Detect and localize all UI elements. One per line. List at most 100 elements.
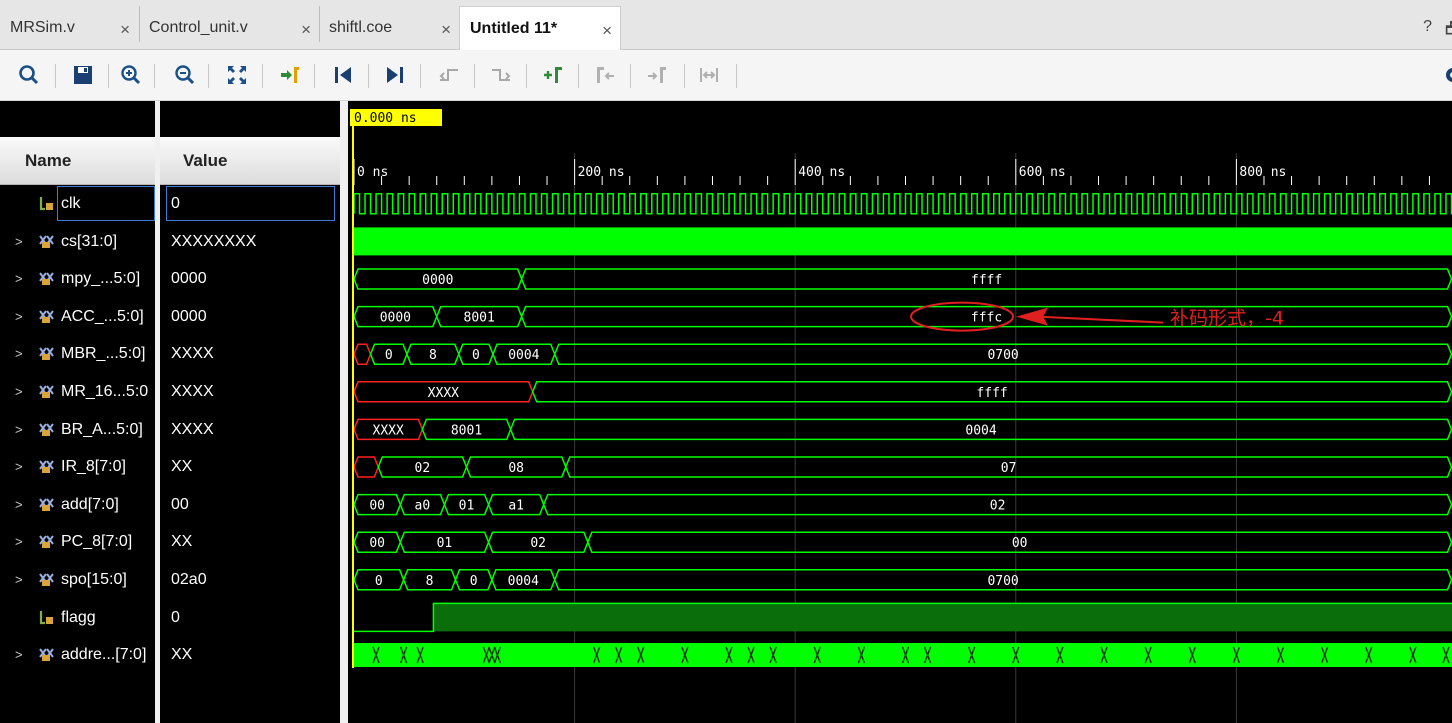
signal-value: XXXX: [171, 382, 214, 400]
waveform-canvas[interactable]: 0 ns 200 ns 400 ns 600 ns 800 ns0000 ffff0000…: [348, 101, 1452, 723]
tab-mrsim[interactable]: MRSim.v ×: [0, 6, 138, 50]
ir-bus-segment: [353, 456, 380, 478]
settings-icon[interactable]: [1440, 62, 1452, 88]
close-icon[interactable]: ×: [602, 21, 612, 41]
add-marker-icon[interactable]: [540, 62, 566, 88]
tab-shiftl-coe[interactable]: shiftl.coe ×: [319, 6, 459, 50]
expand-chevron-icon[interactable]: >: [15, 384, 23, 399]
clk-waveform: [353, 193, 1452, 215]
waveform-view[interactable]: 0 ns 200 ns 400 ns 600 ns 800 ns 0000 ffff 0000…: [348, 101, 1452, 723]
help-icon[interactable]: ?: [1423, 18, 1432, 36]
bus-value-label: fffc: [971, 311, 1002, 326]
close-icon[interactable]: ×: [441, 20, 451, 40]
bus-value-label: ffff: [971, 273, 1002, 288]
signal-row[interactable]: > MR_16...5:0: [0, 373, 155, 410]
search-icon[interactable]: [16, 62, 42, 88]
expand-chevron-icon[interactable]: >: [15, 234, 23, 249]
bus-value-label: 0000: [380, 311, 411, 326]
toolbar-separator: [526, 64, 527, 88]
expand-chevron-icon[interactable]: >: [15, 271, 23, 286]
bus-value-label: 0: [472, 348, 480, 363]
tab-label: Control_unit.v: [149, 19, 248, 36]
signal-row[interactable]: > cs[31:0]: [0, 223, 155, 260]
bus-signal-icon: [39, 385, 54, 398]
bus-value-label: 0004: [508, 348, 539, 363]
signal-value: XX: [171, 645, 193, 663]
signal-name: PC_8[7:0]: [61, 532, 133, 550]
expand-chevron-icon[interactable]: >: [15, 497, 23, 512]
addre-waveform: [354, 643, 1452, 667]
bus-signal-icon: [39, 235, 54, 248]
bus-value-label: 00: [1012, 536, 1028, 551]
previous-transition-icon[interactable]: [436, 62, 462, 88]
signal-value: 00: [171, 495, 189, 513]
name-header-label: Name: [25, 150, 72, 170]
bus-signal-icon: [39, 648, 54, 661]
signal-value: 0000: [171, 269, 207, 287]
zoom-in-icon[interactable]: [118, 62, 144, 88]
zoom-fit-icon[interactable]: [224, 62, 250, 88]
signal-value: XXXX: [171, 420, 214, 438]
toolbar-separator: [262, 64, 263, 88]
expand-chevron-icon[interactable]: >: [15, 309, 23, 324]
signal-row[interactable]: > addre...[7:0]: [0, 636, 155, 673]
zoom-out-icon[interactable]: [172, 62, 198, 88]
close-icon[interactable]: ×: [301, 20, 311, 40]
time-axis-label: 600 ns: [1019, 165, 1066, 180]
signal-row[interactable]: > add[7:0]: [0, 486, 155, 523]
bus-value-label: XXXX: [373, 423, 404, 438]
pane-splitter[interactable]: [340, 101, 348, 723]
expand-chevron-icon[interactable]: >: [15, 346, 23, 361]
signal-row[interactable]: > MBR_...5:0]: [0, 335, 155, 372]
bus-value-label: 0: [470, 574, 478, 589]
restore-window-icon[interactable]: 🗗: [1445, 18, 1452, 45]
bus-value-label: 01: [437, 536, 453, 551]
bus-signal-icon: [39, 573, 54, 586]
toolbar-separator: [154, 64, 155, 88]
bus-value-label: 0700: [987, 574, 1018, 589]
expand-chevron-icon[interactable]: >: [15, 534, 23, 549]
signal-row[interactable]: flagg: [0, 599, 155, 636]
save-icon[interactable]: [70, 62, 96, 88]
go-to-time-zero-icon[interactable]: [330, 62, 356, 88]
previous-marker-icon[interactable]: [592, 62, 618, 88]
bus-signal-icon: [39, 423, 54, 436]
bus-value-label: 02: [415, 461, 431, 476]
name-column-header[interactable]: Name: [0, 137, 155, 185]
selection-outline: [166, 186, 335, 221]
close-icon[interactable]: ×: [120, 20, 130, 40]
bus-value-label: 8: [426, 574, 434, 589]
value-column-header[interactable]: Value: [160, 137, 340, 185]
signal-row[interactable]: > ACC_...5:0]: [0, 298, 155, 335]
toolbar-separator: [420, 64, 421, 88]
toolbar-separator: [314, 64, 315, 88]
signal-row[interactable]: > spo[15:0]: [0, 561, 155, 598]
expand-chevron-icon[interactable]: >: [15, 647, 23, 662]
expand-chevron-icon[interactable]: >: [15, 459, 23, 474]
signal-name: addre...[7:0]: [61, 645, 147, 663]
time-axis-label: 400 ns: [798, 165, 845, 180]
toolbar-separator: [736, 64, 737, 88]
next-marker-icon[interactable]: [644, 62, 670, 88]
toolbar-separator: [55, 64, 56, 88]
signal-row[interactable]: > IR_8[7:0]: [0, 448, 155, 485]
mbr-bus-segment: [353, 343, 372, 365]
tab-control-unit[interactable]: Control_unit.v ×: [139, 6, 319, 50]
bus-signal-icon: [39, 272, 54, 285]
expand-chevron-icon[interactable]: >: [15, 572, 23, 587]
signal-value: 0000: [171, 307, 207, 325]
signal-row[interactable]: > PC_8[7:0]: [0, 523, 155, 560]
toolbar-separator: [684, 64, 685, 88]
swap-cursors-icon[interactable]: [696, 62, 722, 88]
go-to-cursor-icon[interactable]: [276, 62, 302, 88]
tab-untitled-11[interactable]: Untitled 11* ×: [459, 6, 621, 50]
expand-chevron-icon[interactable]: >: [15, 422, 23, 437]
tab-label: shiftl.coe: [329, 19, 393, 36]
next-transition-icon[interactable]: [488, 62, 514, 88]
signal-row[interactable]: > mpy_...5:0]: [0, 260, 155, 297]
signal-name: IR_8[7:0]: [61, 457, 126, 475]
go-to-last-time-icon[interactable]: [382, 62, 408, 88]
signal-value: XX: [171, 532, 193, 550]
bit-signal-icon: [39, 611, 53, 625]
signal-row[interactable]: > BR_A...5:0]: [0, 411, 155, 448]
